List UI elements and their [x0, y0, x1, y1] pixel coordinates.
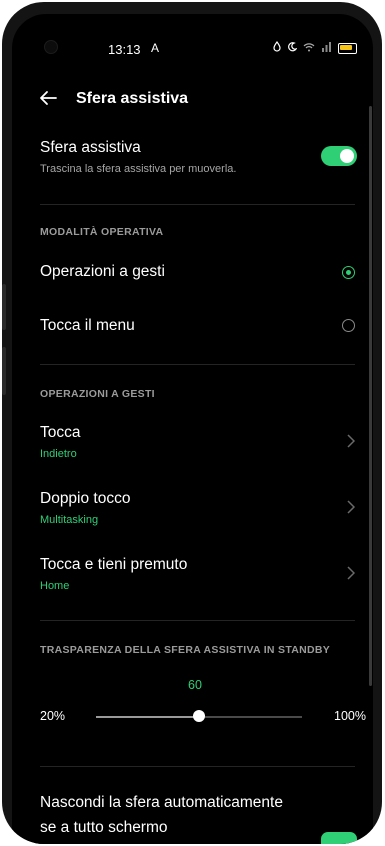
setting-subtitle: Trascina la sfera assistiva per muoverla…: [40, 163, 237, 175]
divider: [40, 204, 355, 205]
autohide-toggle[interactable]: [321, 832, 357, 844]
divider: [40, 766, 355, 767]
gesture-title: Doppio tocco: [40, 490, 131, 507]
status-icons: [273, 40, 357, 55]
slider-thumb[interactable]: [193, 710, 205, 722]
option-label: Tocca il menu: [40, 317, 135, 334]
arrow-left-icon[interactable]: [38, 88, 58, 108]
section-header-mode: MODALITÀ OPERATIVA: [40, 226, 164, 238]
signal-icon: [321, 41, 332, 55]
app-bar: Sfera assistiva: [12, 84, 373, 116]
page-title: Sfera assistiva: [76, 90, 189, 107]
front-camera: [44, 40, 58, 54]
gesture-title: Tocca e tieni premuto: [40, 556, 188, 573]
volume-button: [2, 284, 6, 330]
power-button: [2, 347, 6, 395]
drop-icon: [273, 40, 281, 55]
radio-menu[interactable]: [342, 319, 355, 332]
radio-gestures[interactable]: [342, 266, 355, 279]
chevron-right-icon: [347, 434, 356, 448]
section-header-gestures: OPERAZIONI A GESTI: [40, 388, 155, 400]
divider: [40, 364, 355, 365]
gesture-value: Indietro: [40, 448, 77, 460]
option-label: Operazioni a gesti: [40, 263, 165, 280]
autohide-title-line1: Nascondi la sfera automaticamente: [40, 794, 283, 811]
notification-icon: A: [151, 41, 160, 55]
moon-icon: [287, 41, 298, 55]
slider-max-label: 100%: [334, 709, 366, 723]
status-time: 13:13: [108, 42, 141, 57]
setting-title: Sfera assistiva: [40, 139, 141, 156]
gesture-value: Multitasking: [40, 514, 99, 526]
gesture-title: Tocca: [40, 424, 81, 441]
wifi-icon: [303, 42, 315, 55]
battery-icon: [338, 42, 357, 54]
autohide-title-line2: se a tutto schermo: [40, 819, 168, 836]
phone-frame: 13:13 A Sfera assistiva Sfera assistiva …: [2, 2, 382, 844]
assistive-ball-toggle[interactable]: [321, 146, 357, 166]
section-header-transparency: TRASPARENZA DELLA SFERA ASSISTIVA IN STA…: [40, 644, 331, 656]
toggle-knob: [340, 149, 354, 163]
chevron-right-icon: [347, 566, 356, 580]
status-bar: 13:13 A: [12, 14, 373, 64]
chevron-right-icon: [347, 500, 356, 514]
slider-value: 60: [188, 678, 202, 692]
slider-fill: [96, 716, 199, 718]
scrollbar[interactable]: [369, 106, 372, 686]
screen: 13:13 A Sfera assistiva Sfera assistiva …: [12, 14, 373, 844]
divider: [40, 620, 355, 621]
slider-min-label: 20%: [40, 709, 66, 723]
gesture-value: Home: [40, 580, 70, 592]
